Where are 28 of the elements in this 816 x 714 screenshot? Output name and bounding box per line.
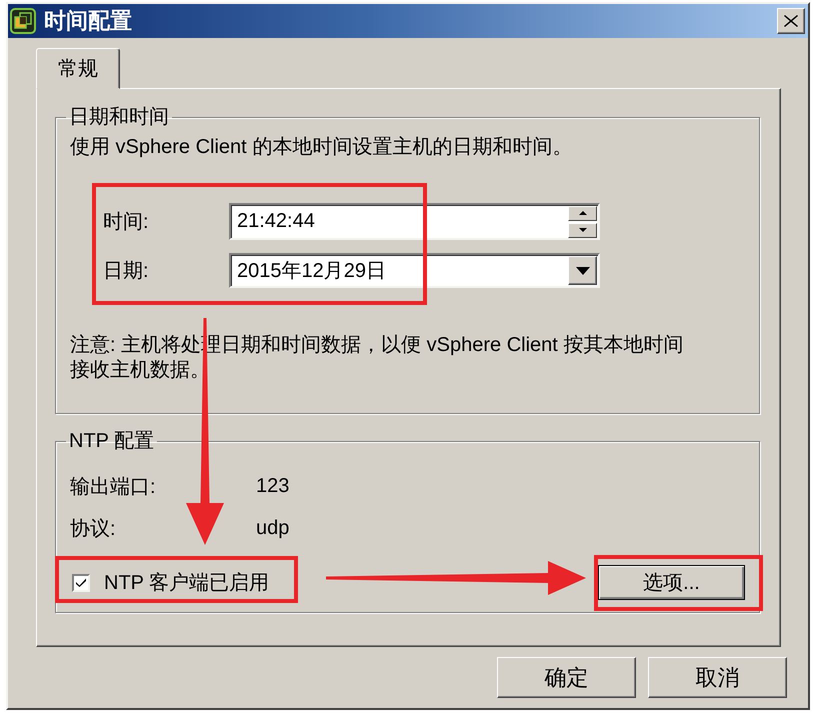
group-title: 日期和时间 bbox=[68, 105, 170, 129]
group-title: NTP 配置 bbox=[68, 429, 156, 453]
close-icon bbox=[784, 15, 798, 27]
field-label: 协议: bbox=[70, 516, 117, 542]
ok-button[interactable]: 确定 bbox=[497, 657, 636, 698]
field-label: 输出端口: bbox=[70, 474, 157, 500]
close-button[interactable] bbox=[777, 8, 805, 34]
caret-down-icon bbox=[576, 266, 590, 274]
caret-down-icon bbox=[578, 228, 586, 232]
date-dropdown[interactable]: 2015年12月29日 bbox=[229, 253, 600, 288]
checkbox[interactable] bbox=[72, 574, 90, 592]
options-button[interactable]: 选项... bbox=[598, 565, 745, 600]
dropdown-button[interactable] bbox=[568, 256, 597, 285]
window-title: 时间配置 bbox=[44, 8, 133, 34]
checkbox-label[interactable]: NTP 客户端已启用 bbox=[104, 570, 270, 594]
field-value: udp bbox=[256, 516, 290, 540]
spin-down-button[interactable] bbox=[568, 222, 597, 238]
field-label: 时间: bbox=[103, 210, 150, 234]
checkmark-icon bbox=[76, 578, 86, 587]
window-icon bbox=[10, 8, 36, 34]
field-label: 日期: bbox=[103, 258, 150, 282]
field-value: 123 bbox=[256, 474, 290, 498]
time-spinner-field[interactable]: 21:42:44 bbox=[229, 203, 600, 240]
tab[interactable]: 常规 bbox=[36, 48, 120, 89]
spin-up-button[interactable] bbox=[568, 206, 597, 220]
caret-up-icon bbox=[578, 211, 586, 215]
cancel-button[interactable]: 取消 bbox=[648, 657, 787, 698]
description-text: 使用 vSphere Client 的本地时间设置主机的日期和时间。 bbox=[70, 135, 574, 159]
